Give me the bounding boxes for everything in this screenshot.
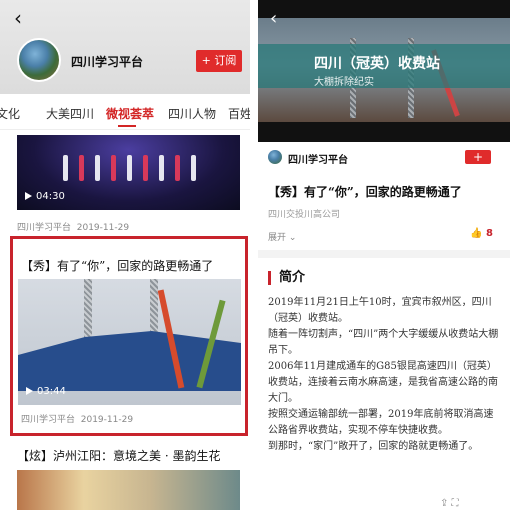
channel-name[interactable]: 四川学习平台 [288, 151, 348, 166]
video-duration: 03:44 [26, 386, 66, 397]
video-title[interactable]: 【秀】有了“你”，回家的路更畅通了 [21, 257, 213, 274]
subscribe-button[interactable]: + 订阅 [196, 50, 242, 72]
channel-header: ‹ 四川学习平台 + 订阅 [0, 0, 250, 94]
video-player[interactable]: ‹ 四川（冠英）收费站 大棚拆除纪实 [258, 0, 510, 142]
body-paragraph: 2006年11月建成通车的G85银昆高速四川（冠英）收费站，连接着云南水麻高速，… [268, 361, 498, 404]
like-count: 8 [485, 228, 493, 239]
channel-name: 四川学习平台 [71, 55, 144, 69]
video-overlay-title: 四川（冠英）收费站 [314, 56, 440, 72]
video-thumbnail-luzhou[interactable] [17, 470, 240, 510]
body-paragraph: 到那时，“家门”敞开了，回家的路就更畅通了。 [268, 441, 479, 452]
channel-avatar[interactable] [17, 38, 61, 82]
section-separator [258, 250, 510, 258]
section-title: 简介 [268, 271, 305, 285]
body-paragraph: 按照交通运输部统一部署，2019年底前将取消高速公路省界收费站，实现不停车快捷收… [268, 409, 494, 436]
back-icon[interactable]: ‹ [14, 8, 22, 28]
category-tabs: 川文化 大美四川 微视荟萃 四川人物 百姓故事 [0, 96, 250, 130]
thumbs-up-icon: 👍 [470, 228, 483, 239]
highlighted-video-card[interactable]: 【秀】有了“你”，回家的路更畅通了 03:44 四川学习平台 2019-11-2… [10, 236, 248, 436]
like-button[interactable]: 👍 8 [470, 228, 493, 239]
tab-folk-stories[interactable]: 百姓故事 [228, 105, 250, 122]
right-panel: ‹ 四川（冠英）收费站 大棚拆除纪实 四川学习平台 + 【秀】有了“你”，回家的… [258, 0, 510, 510]
panel-divider [250, 0, 258, 510]
article-title: 【秀】有了“你”，回家的路更畅通了 [268, 185, 462, 199]
share-fullscreen-icons[interactable]: ⇪ ⛶ [440, 498, 459, 509]
video-duration: 04:30 [25, 191, 65, 202]
body-paragraph: 2019年11月21日上午10时，宜宾市叙州区，四川（冠英）收费站。 [268, 297, 492, 324]
active-tab-indicator [118, 125, 136, 127]
video-thumbnail-dance[interactable]: 04:30 [17, 135, 240, 210]
video-title[interactable]: 【炫】泸州江阳：意境之美 · 墨韵生花 [17, 447, 220, 464]
tab-sichuan-people[interactable]: 四川人物 [168, 105, 216, 122]
channel-avatar[interactable] [268, 150, 282, 164]
follow-button[interactable]: + [465, 150, 491, 164]
tab-beautiful-sichuan[interactable]: 大美四川 [46, 105, 94, 122]
tab-micro-video[interactable]: 微视荟萃 [106, 105, 154, 122]
tab-culture[interactable]: 川文化 [0, 105, 20, 122]
play-icon [25, 192, 32, 200]
video-meta: 四川学习平台 2019-11-29 [21, 415, 134, 425]
play-icon [26, 387, 33, 395]
channel-row: 四川学习平台 + [258, 146, 510, 168]
article-source: 四川交投川高公司 [268, 210, 341, 220]
body-paragraph: 随着一阵切割声，“四川”两个大字缓缓从收费站大棚吊下。 [268, 329, 499, 356]
expand-button[interactable]: 展开 ⌄ [268, 230, 296, 243]
video-overlay-subtitle: 大棚拆除纪实 [314, 77, 374, 88]
video-thumbnail-tollgate[interactable]: 03:44 [18, 279, 241, 405]
chevron-down-icon: ⌄ [288, 233, 297, 243]
back-icon[interactable]: ‹ [270, 10, 277, 28]
article-body: 2019年11月21日上午10时，宜宾市叙州区，四川（冠英）收费站。 随着一阵切… [268, 295, 500, 455]
video-meta: 四川学习平台 2019-11-29 [17, 223, 130, 233]
left-panel: ‹ 四川学习平台 + 订阅 川文化 大美四川 微视荟萃 四川人物 百姓故事 04… [0, 0, 250, 510]
